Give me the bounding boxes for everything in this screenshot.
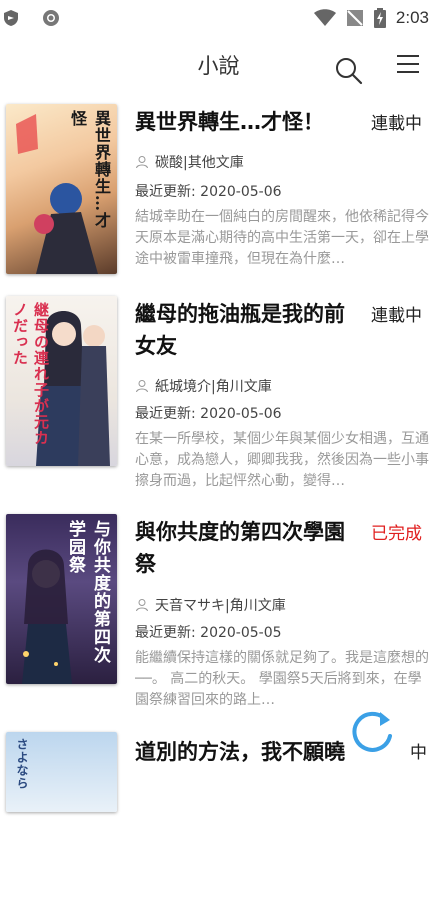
- shield-icon: [4, 10, 18, 26]
- search-icon[interactable]: [334, 56, 364, 86]
- book-cover: 継母の連れ子が元カノだった: [6, 296, 117, 466]
- page-title: 小說: [197, 54, 240, 78]
- refresh-icon[interactable]: [346, 706, 398, 758]
- book-title: 異世界轉生…才怪！: [135, 110, 324, 134]
- book-author: 碳酸|其他文庫: [135, 152, 244, 172]
- book-cover: 与你共度的第四次学园祭: [6, 514, 117, 684]
- book-updated: 最近更新: 2020-05-05: [135, 625, 282, 641]
- book-cover: 異世界轉生…才怪: [6, 104, 117, 274]
- book-title: 與你共度的第四次學園祭: [135, 520, 345, 576]
- book-status: 連載中: [371, 306, 422, 326]
- book-summary: 結城幸助在一個純白的房間醒來，他依稀記得今天原本是滿心期待的高中生活第一天，卻在…: [135, 209, 429, 267]
- book-author: 紙城境介|角川文庫: [135, 376, 272, 396]
- user-icon: [136, 599, 148, 612]
- book-title: 繼母的拖油瓶是我的前女友: [135, 302, 345, 358]
- book-updated: 最近更新: 2020-05-06: [135, 184, 282, 200]
- status-bar: 2:03: [0, 0, 437, 36]
- no-signal-icon: [346, 10, 363, 26]
- list-item[interactable]: 継母の連れ子が元カノだった 繼母的拖油瓶是我的前女友 連載中 紙城境介|角川文庫…: [0, 292, 437, 489]
- user-icon: [136, 380, 148, 393]
- book-summary: 在某一所學校，某個少年與某個少女相遇，互通心意，成為戀人，卿卿我我，然後因為一些…: [135, 431, 429, 489]
- chrome-icon: [43, 10, 59, 26]
- cover-text: 与你共度的第四次学园祭: [65, 520, 110, 664]
- author-label: 紙城境介|角川文庫: [155, 379, 272, 395]
- author-label: 碳酸|其他文庫: [155, 155, 244, 171]
- battery-icon: [373, 8, 386, 28]
- user-icon: [136, 156, 148, 169]
- cover-text: 異世界轉生…才怪: [68, 110, 111, 229]
- book-status: 連載中: [371, 114, 422, 134]
- book-summary: 能繼續保持這樣的關係就足夠了。我是這麼想的──。 高二的秋天。 學園祭5天后將到…: [135, 650, 429, 708]
- cover-text: さよなら: [15, 738, 29, 790]
- menu-icon[interactable]: [394, 50, 422, 78]
- book-updated: 最近更新: 2020-05-06: [135, 406, 282, 422]
- book-title: 道別的方法，我不願曉: [135, 740, 345, 764]
- author-label: 天音マサキ|角川文庫: [155, 598, 286, 614]
- book-cover: さよなら: [6, 732, 117, 812]
- book-author: 天音マサキ|角川文庫: [135, 595, 286, 615]
- list-item[interactable]: 与你共度的第四次学园祭 與你共度的第四次學園祭 已完成 天音マサキ|角川文庫 最…: [0, 510, 437, 708]
- wifi-icon: [313, 9, 336, 26]
- status-time: 2:03: [395, 8, 429, 27]
- book-status: 已完成: [371, 524, 422, 544]
- toolbar: 小說: [0, 36, 437, 92]
- book-status: 中: [410, 743, 427, 763]
- cover-text: 継母の連れ子が元カノだった: [11, 302, 50, 446]
- list-item[interactable]: 異世界轉生…才怪 異世界轉生…才怪！ 連載中 碳酸|其他文庫 最近更新: 202…: [0, 100, 437, 290]
